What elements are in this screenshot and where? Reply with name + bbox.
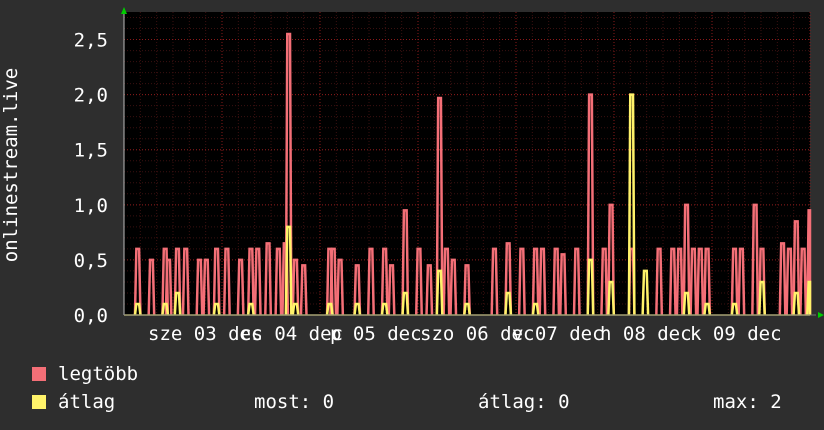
stat-max: max: 2 (713, 391, 782, 413)
y-tick-label: 2,5 (74, 30, 108, 52)
x-axis-arrow (818, 312, 824, 318)
legend-swatch-atlag (32, 395, 46, 409)
y-tick-label: 2,0 (74, 85, 108, 107)
legend-label-legtobb: legtöbb (58, 363, 139, 385)
y-tick-label: 1,5 (74, 140, 108, 162)
legend-swatch-legtobb (32, 367, 46, 381)
y-tick-label: 1,0 (74, 195, 108, 217)
x-tick-label: k 09 dec (690, 323, 782, 345)
x-tick-label: h 08 dec (600, 323, 692, 345)
stat-most: most: 0 (254, 391, 335, 413)
stat-atlag: átlag: 0 (478, 391, 570, 413)
x-tick-label: v 07 dec (512, 323, 604, 345)
atlag-spike (806, 280, 812, 316)
legend-item-atlag: átlag (32, 391, 116, 413)
y-axis-arrow (121, 7, 127, 14)
legend-label-atlag: átlag (58, 391, 116, 413)
y-axis-label: onlinestream.live (0, 68, 22, 262)
x-tick-label: p 05 dec (330, 323, 422, 345)
y-tick-label: 0,0 (74, 305, 108, 327)
x-tick-label: cs 04 dec (240, 323, 343, 345)
legend-item-legtobb: legtöbb (32, 363, 139, 385)
y-tick-label: 0,5 (74, 250, 108, 272)
